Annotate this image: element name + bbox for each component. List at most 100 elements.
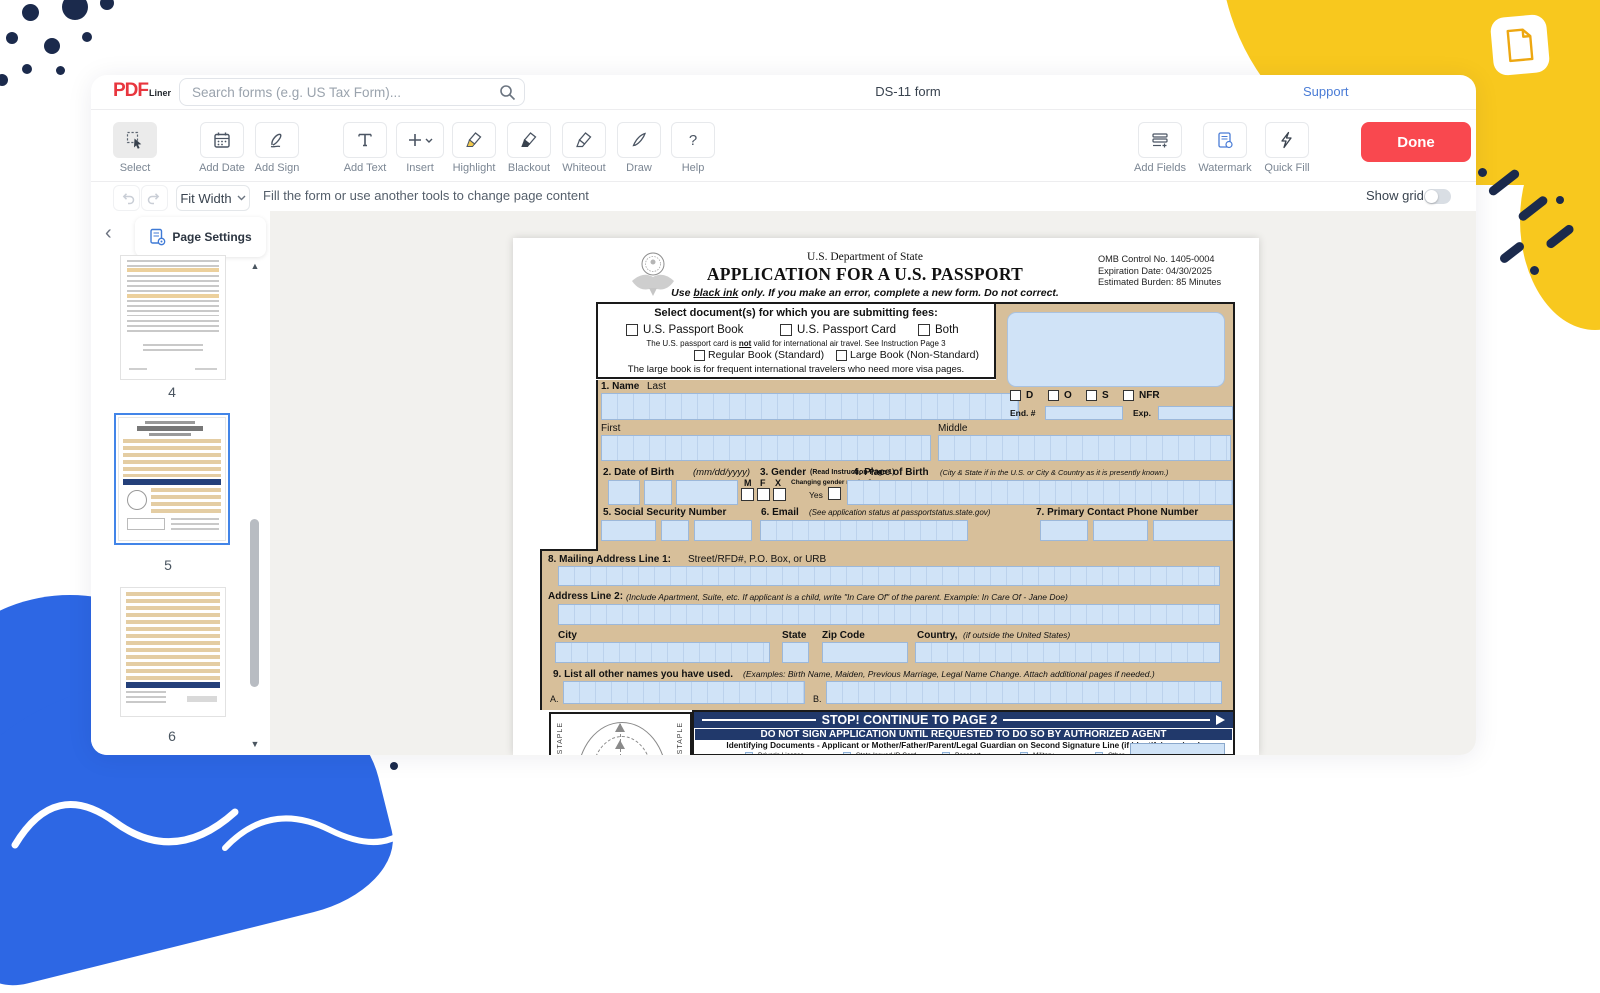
sidebar-collapse-button[interactable]: ‹ bbox=[105, 223, 112, 243]
military-id-checkbox[interactable] bbox=[1020, 752, 1028, 755]
other-name-b-field[interactable] bbox=[826, 681, 1222, 704]
gender-yes-label: Yes bbox=[809, 490, 823, 500]
exp-field[interactable] bbox=[1158, 406, 1233, 420]
middle-name-field[interactable] bbox=[938, 435, 1231, 461]
page-thumbnail-4[interactable] bbox=[120, 255, 226, 380]
endorsement-d-label: D bbox=[1026, 390, 1033, 401]
tool-insert[interactable]: Insert bbox=[396, 122, 444, 178]
barcode-field[interactable] bbox=[1007, 312, 1225, 387]
support-link[interactable]: Support bbox=[1303, 84, 1349, 99]
ink-instruction: Use black ink only. If you make an error… bbox=[613, 287, 1117, 299]
staple-photo-box: STAPLE STAPLE bbox=[549, 712, 692, 755]
show-grid-toggle[interactable] bbox=[1424, 189, 1451, 204]
phone-field-1[interactable] bbox=[1040, 520, 1088, 541]
mailing-address-1-field[interactable] bbox=[558, 566, 1220, 586]
tool-whiteout[interactable]: Whiteout bbox=[562, 122, 606, 178]
other-id-checkbox[interactable] bbox=[1095, 752, 1103, 755]
q9-a-label: A. bbox=[550, 694, 559, 704]
ssn-field-1[interactable] bbox=[601, 520, 656, 541]
staple-arrow-icon bbox=[615, 723, 625, 732]
zoom-mode-select[interactable]: Fit Width bbox=[176, 185, 250, 211]
end-number-field[interactable] bbox=[1045, 406, 1123, 420]
page-thumbnail-6[interactable] bbox=[120, 587, 226, 717]
place-of-birth-field[interactable] bbox=[847, 480, 1233, 505]
tool-add-fields[interactable]: Add Fields bbox=[1138, 122, 1182, 178]
last-name-field[interactable] bbox=[601, 393, 1019, 420]
phone-field-3[interactable] bbox=[1153, 520, 1233, 541]
city-field[interactable] bbox=[555, 642, 770, 663]
q3-label: 3. Gender bbox=[760, 467, 806, 478]
state-id-checkbox[interactable] bbox=[843, 752, 851, 755]
tool-add-text[interactable]: Add Text bbox=[343, 122, 387, 178]
page-thumbnail-5-selected[interactable] bbox=[114, 413, 230, 545]
large-book-checkbox[interactable] bbox=[836, 350, 847, 361]
endorsement-o-checkbox[interactable] bbox=[1048, 390, 1059, 401]
search-input[interactable] bbox=[179, 78, 525, 106]
drivers-license-checkbox[interactable] bbox=[745, 752, 753, 755]
both-checkbox[interactable] bbox=[918, 324, 930, 336]
navy-dot bbox=[1556, 196, 1564, 204]
scroll-down-arrow[interactable]: ▼ bbox=[246, 739, 264, 749]
email-field[interactable] bbox=[760, 520, 968, 541]
insert-plus-icon bbox=[407, 130, 433, 150]
mailing-address-2-field[interactable] bbox=[558, 604, 1220, 625]
redo-button[interactable] bbox=[141, 185, 168, 211]
q6-note: (See application status at passportstatu… bbox=[809, 508, 990, 517]
navy-dot bbox=[100, 0, 114, 10]
both-label: Both bbox=[935, 324, 959, 336]
q5-label: 5. Social Security Number bbox=[603, 507, 726, 518]
tool-watermark[interactable]: Watermark bbox=[1203, 122, 1247, 178]
ssn-field-2[interactable] bbox=[661, 520, 689, 541]
gender-f-checkbox[interactable] bbox=[757, 488, 770, 501]
scrollbar-thumb[interactable] bbox=[250, 519, 259, 687]
navy-dot bbox=[1530, 266, 1539, 275]
app-header: PDFLiner DS-11 form Support bbox=[91, 75, 1476, 110]
toggle-knob bbox=[1425, 190, 1438, 203]
regular-book-checkbox[interactable] bbox=[694, 350, 705, 361]
endorsement-d-checkbox[interactable] bbox=[1010, 390, 1021, 401]
tool-draw[interactable]: Draw bbox=[617, 122, 661, 178]
q1-last-label: Last bbox=[647, 381, 666, 392]
tool-quick-fill[interactable]: Quick Fill bbox=[1265, 122, 1309, 178]
tool-highlight[interactable]: Highlight bbox=[452, 122, 496, 178]
passport-card-label: U.S. Passport Card bbox=[797, 324, 896, 336]
q9-label: 9. List all other names you have used. bbox=[553, 669, 733, 680]
tool-add-sign[interactable]: Add Sign bbox=[255, 122, 299, 178]
gender-yes-checkbox[interactable] bbox=[828, 487, 841, 500]
tool-help[interactable]: ? Help bbox=[671, 122, 715, 178]
page-settings-button[interactable]: Page Settings bbox=[135, 217, 266, 257]
gender-m-label: M bbox=[744, 478, 752, 488]
other-id-label: Other bbox=[1108, 752, 1124, 755]
exp-label: Exp. bbox=[1133, 408, 1151, 418]
calendar-icon bbox=[212, 130, 232, 150]
other-id-field[interactable] bbox=[1130, 743, 1225, 755]
pdfliner-logo[interactable]: PDFLiner bbox=[113, 81, 171, 103]
passport-book-checkbox[interactable] bbox=[626, 324, 638, 336]
scroll-up-arrow[interactable]: ▲ bbox=[246, 261, 264, 271]
zip-field[interactable] bbox=[822, 642, 908, 663]
dob-day-field[interactable] bbox=[644, 480, 672, 505]
dob-month-field[interactable] bbox=[608, 480, 640, 505]
endorsement-s-checkbox[interactable] bbox=[1086, 390, 1097, 401]
undo-button[interactable] bbox=[113, 185, 140, 211]
phone-field-2[interactable] bbox=[1093, 520, 1148, 541]
search-icon bbox=[499, 84, 516, 101]
staple-arrow-icon bbox=[615, 740, 625, 749]
tool-blackout[interactable]: Blackout bbox=[507, 122, 551, 178]
endorsement-nfr-checkbox[interactable] bbox=[1123, 390, 1134, 401]
tool-add-date[interactable]: Add Date bbox=[200, 122, 244, 178]
ssn-field-3[interactable] bbox=[694, 520, 752, 541]
navy-dot bbox=[6, 32, 18, 44]
done-button[interactable]: Done bbox=[1361, 122, 1471, 162]
tool-select[interactable]: Select bbox=[113, 122, 157, 178]
country-field[interactable] bbox=[915, 642, 1220, 663]
select-documents-title: Select document(s) for which you are sub… bbox=[598, 307, 994, 319]
dob-year-field[interactable] bbox=[676, 480, 738, 505]
gender-x-checkbox[interactable] bbox=[773, 488, 786, 501]
gender-m-checkbox[interactable] bbox=[741, 488, 754, 501]
passport-card-checkbox[interactable] bbox=[780, 324, 792, 336]
first-name-field[interactable] bbox=[601, 435, 931, 461]
passport-id-checkbox[interactable] bbox=[942, 752, 950, 755]
state-field[interactable] bbox=[782, 642, 809, 663]
other-name-a-field[interactable] bbox=[563, 681, 805, 704]
